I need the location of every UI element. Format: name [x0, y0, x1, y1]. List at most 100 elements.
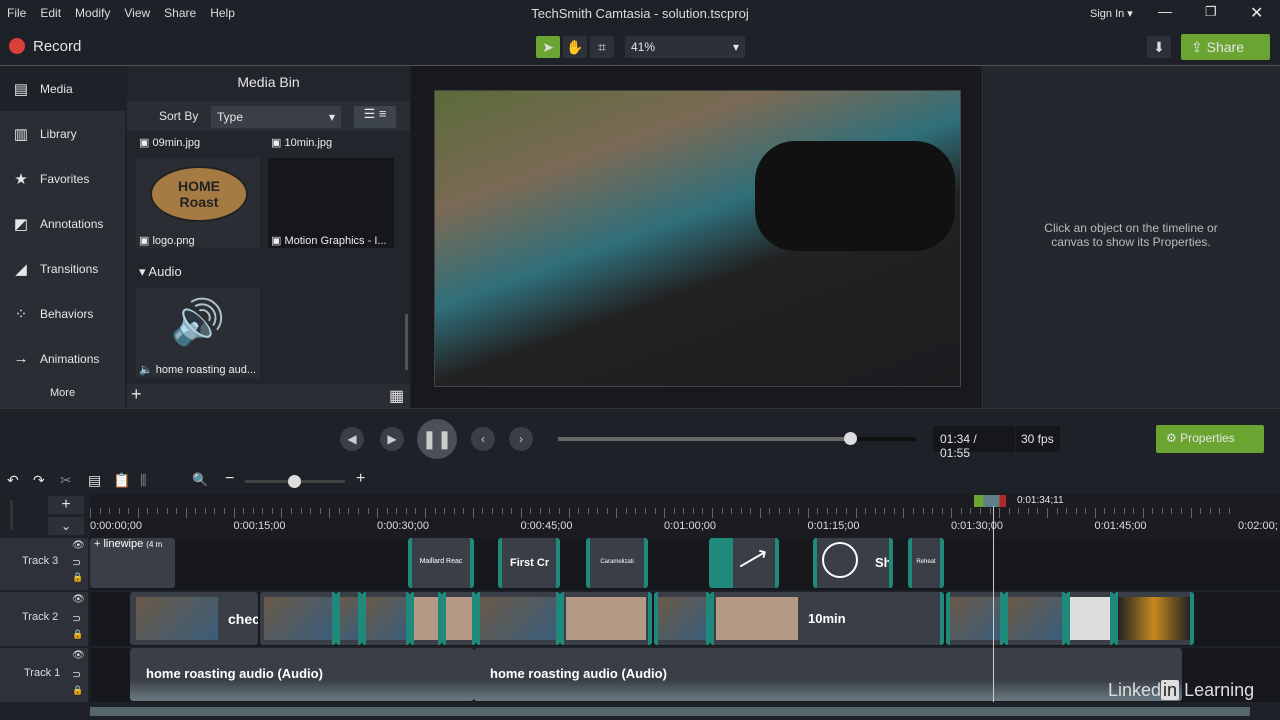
timeline-ruler[interactable]: 0:00:00;00 0:00:15;00 0:00:30;00 0:00:45;00…	[90, 494, 1280, 538]
zoom-select[interactable]: 41% ▾	[625, 36, 745, 58]
shape-clip[interactable]: Sh	[813, 538, 893, 588]
copy-button[interactable]: ▤	[88, 472, 101, 489]
media-item-caption[interactable]: ▣ 09min.jpg	[139, 136, 200, 149]
video-clip[interactable]	[1066, 592, 1114, 645]
track-height-slider[interactable]	[10, 500, 13, 530]
eye-icon[interactable]: 👁	[72, 594, 85, 605]
zoom-out-button[interactable]: −	[225, 470, 234, 488]
sign-in-button[interactable]: Sign In ▾	[1090, 7, 1133, 20]
download-button[interactable]: ⬇	[1147, 36, 1171, 58]
zoom-slider-handle[interactable]	[288, 475, 301, 488]
lock-icon[interactable]: 🔒	[72, 629, 83, 640]
callout-clip[interactable]: Caramelizati	[586, 538, 648, 588]
ruler-tick-mark	[654, 508, 656, 514]
video-clip[interactable]	[946, 592, 1004, 645]
sidebar-item-animations[interactable]: → Animations	[0, 336, 125, 381]
ruler-tick-mark	[798, 508, 800, 514]
ruler-tick-label: 0:00:00;00	[90, 520, 142, 532]
circle-icon	[822, 542, 858, 578]
magnet-icon[interactable]: ⊃	[72, 556, 81, 569]
menu-file[interactable]: File	[0, 0, 33, 20]
share-button[interactable]: ⇪ Share	[1181, 34, 1270, 60]
video-clip[interactable]	[1114, 592, 1194, 645]
audio-clip[interactable]: home roasting audio (Audio)	[130, 648, 474, 701]
eye-icon[interactable]: 👁	[72, 650, 85, 661]
sidebar-item-media[interactable]: ▤ Media	[0, 66, 125, 111]
eye-icon[interactable]: 👁	[72, 540, 85, 551]
timeline-zoom-slider[interactable]	[245, 475, 345, 488]
video-clip[interactable]	[442, 592, 476, 645]
video-clip[interactable]	[476, 592, 560, 645]
menu-share[interactable]: Share	[157, 0, 203, 20]
view-toggle[interactable]: ☰ ≡	[354, 106, 396, 128]
image-clip[interactable]	[560, 592, 652, 645]
lock-icon[interactable]: 🔒	[72, 572, 83, 583]
ruler-tick-mark	[1008, 508, 1010, 514]
close-button[interactable]: ✕	[1250, 3, 1263, 23]
scrubber-handle[interactable]	[844, 432, 858, 445]
image-clip-10min[interactable]: 10min	[710, 592, 944, 645]
video-clip[interactable]	[1004, 592, 1066, 645]
add-media-button[interactable]: +	[131, 384, 142, 405]
split-button[interactable]: ⫼	[140, 472, 146, 489]
video-clip[interactable]: chec	[130, 592, 258, 645]
sidebar-item-favorites[interactable]: ★ Favorites	[0, 156, 125, 201]
menu-help[interactable]: Help	[203, 0, 242, 20]
sidebar-item-library[interactable]: ▥ Library	[0, 111, 125, 156]
menu-edit[interactable]: Edit	[33, 0, 68, 20]
video-clip[interactable]	[362, 592, 410, 645]
playback-scrubber[interactable]	[558, 432, 916, 445]
record-button[interactable]: Record	[33, 38, 81, 55]
playhead-handle[interactable]	[974, 495, 1006, 507]
timeline-toolbar: ↶ ↷ ✂ ▤ 📋 ⫼ 🔍 − +	[0, 468, 1280, 494]
cut-button[interactable]: ✂	[60, 472, 72, 489]
undo-button[interactable]: ↶	[7, 472, 19, 489]
properties-button[interactable]: ⚙ Properties	[1156, 425, 1264, 453]
sidebar-item-annotations[interactable]: ◩ Annotations	[0, 201, 125, 246]
menu-view[interactable]: View	[117, 0, 157, 20]
step-forward-button[interactable]: ▶	[380, 427, 404, 451]
callout-clip[interactable]: Maillard Reac	[408, 538, 474, 588]
video-clip[interactable]	[336, 592, 362, 645]
lock-icon[interactable]: 🔒	[72, 685, 83, 696]
grid-view-button[interactable]: ▦	[389, 386, 404, 406]
sidebar-item-behaviors[interactable]: ⁘ Behaviors	[0, 291, 125, 336]
sort-value: Type	[217, 110, 244, 124]
callout-clip[interactable]: Reheat	[908, 538, 944, 588]
sidebar-item-transitions[interactable]: ◢ Transitions	[0, 246, 125, 291]
step-back-button[interactable]: ◀	[340, 427, 364, 451]
magnet-icon[interactable]: ⊃	[72, 668, 81, 681]
ruler-tick-mark	[635, 508, 637, 514]
magnet-icon[interactable]: ⊃	[72, 612, 81, 625]
restore-button[interactable]: ❐	[1205, 4, 1217, 20]
add-track-button[interactable]: +	[48, 496, 84, 514]
menu-modify[interactable]: Modify	[68, 0, 117, 20]
more-button[interactable]: More	[50, 387, 75, 399]
linewipe-clip[interactable]: + linewipe (4 m	[90, 538, 175, 588]
pan-tool-button[interactable]: ✋	[563, 36, 587, 58]
minimize-button[interactable]: —	[1158, 3, 1172, 19]
next-marker-button[interactable]: ›	[509, 427, 533, 451]
video-preview[interactable]	[434, 90, 961, 387]
video-clip[interactable]	[654, 592, 710, 645]
select-tool-button[interactable]: ➤	[536, 36, 560, 58]
video-clip[interactable]	[410, 592, 442, 645]
zoom-in-button[interactable]: +	[356, 470, 365, 488]
arrow-annotation-clip[interactable]: ⟶	[709, 538, 779, 588]
scrubber-fill	[558, 437, 851, 441]
audio-section-header[interactable]: ▾ Audio	[139, 264, 182, 280]
redo-button[interactable]: ↷	[33, 472, 45, 489]
timeline-scrollbar[interactable]	[90, 707, 1250, 716]
previous-marker-button[interactable]: ‹	[471, 427, 495, 451]
media-item-caption[interactable]: ▣ 10min.jpg	[271, 136, 332, 149]
media-bin-scrollbar[interactable]	[405, 314, 408, 370]
sort-select[interactable]: Type ▾	[211, 106, 341, 128]
audio-clip[interactable]: home roasting audio (Audio)	[474, 648, 1182, 701]
pause-button[interactable]: ❚❚	[417, 419, 457, 459]
video-clip[interactable]	[260, 592, 336, 645]
callout-clip[interactable]: First Cr	[498, 538, 560, 588]
crop-tool-button[interactable]: ⌗	[590, 36, 614, 58]
collapse-tracks-button[interactable]: ⌄	[48, 517, 84, 535]
paste-button[interactable]: 📋	[113, 472, 130, 489]
canvas[interactable]	[411, 66, 979, 408]
